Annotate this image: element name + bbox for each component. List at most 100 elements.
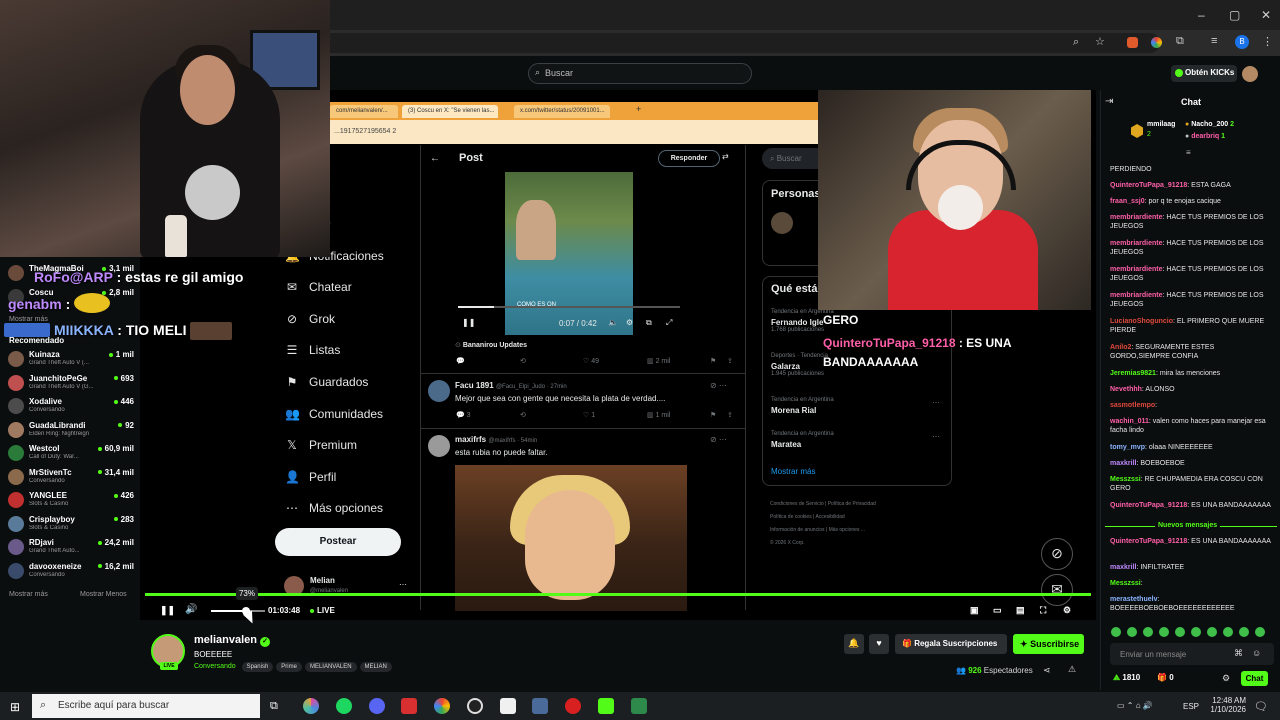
chat-username[interactable]: Jeremias9821	[1110, 370, 1156, 377]
sidebar-item[interactable]: MrStivenTc Conversando 31,4 mil	[8, 467, 134, 489]
stream-tag[interactable]: Prime	[276, 662, 302, 672]
chat-username[interactable]: merastethuelv	[1110, 596, 1157, 603]
chat-username[interactable]: Messzssi	[1110, 476, 1141, 483]
language-indicator[interactable]: ESP	[1183, 702, 1199, 711]
stream-tag[interactable]: Spanish	[241, 662, 274, 672]
chat-username[interactable]: QuinteroTuPapa_91218	[1110, 182, 1187, 189]
command-icon[interactable]: ⌘	[1234, 648, 1243, 659]
copilot-icon[interactable]	[303, 698, 319, 714]
app-icon[interactable]	[631, 698, 647, 714]
miniplayer-icon[interactable]: ▤	[1016, 605, 1025, 616]
folder-icon[interactable]	[532, 698, 548, 714]
chat-username[interactable]: membriardiente	[1110, 292, 1163, 299]
extensions-puzzle-icon[interactable]: ⧉	[1176, 35, 1184, 48]
close-button[interactable]: ✕	[1261, 8, 1271, 22]
zoom-icon[interactable]: ⌕	[1073, 36, 1079, 49]
search-input[interactable]: ⌕ Buscar	[528, 63, 752, 84]
emote-icon[interactable]	[1207, 627, 1217, 637]
follow-heart-button[interactable]: ♥	[869, 634, 889, 654]
notifications-icon[interactable]: 🗨	[1254, 700, 1268, 713]
chat-username[interactable]: wachin_011	[1110, 418, 1149, 425]
emote-icon[interactable]	[1239, 627, 1249, 637]
stream-tag[interactable]: MELIAN	[359, 662, 392, 672]
chat-username[interactable]: membriardiente	[1110, 214, 1163, 221]
chat-settings-icon[interactable]: ⚙	[1222, 673, 1230, 684]
clock[interactable]: 12:48 AM 1/10/2026	[1206, 696, 1246, 714]
chat-username[interactable]: membriardiente	[1110, 240, 1163, 247]
chat-username[interactable]: sasmotlempo	[1110, 402, 1155, 409]
spotify-icon[interactable]	[336, 698, 352, 714]
chat-username[interactable]: QuinteroTuPapa_91218	[1110, 538, 1187, 545]
media-icon[interactable]: ≡	[1211, 35, 1217, 47]
category-link[interactable]: Conversando	[194, 663, 236, 670]
opera-icon[interactable]	[565, 698, 581, 714]
show-less-link[interactable]: Mostrar Menos	[80, 591, 127, 598]
share-icon[interactable]: ⋖	[1043, 665, 1051, 676]
sidebar-item[interactable]: Westcol Call of Duty: War... 60,9 mil	[8, 443, 134, 465]
chat-username[interactable]: tomy_mvp	[1110, 444, 1145, 451]
send-chat-button[interactable]: Chat	[1241, 671, 1268, 686]
sidebar-item[interactable]: Kuinaza Grand Theft Auto V (... 1 mil	[8, 349, 134, 371]
user-avatar[interactable]	[1242, 66, 1258, 82]
emote-icon[interactable]	[1143, 627, 1153, 637]
chrome-icon[interactable]	[434, 698, 450, 714]
channel-name[interactable]: melianvalen ✓	[194, 634, 271, 647]
kicks-balance[interactable]: 🎁 0	[1157, 673, 1174, 682]
sidebar-item[interactable]: GuadaLibrandi Elden Ring: Nightreign 92	[8, 420, 134, 442]
emote-icon[interactable]	[1111, 627, 1121, 637]
emote-icon[interactable]	[1191, 627, 1201, 637]
obs-icon[interactable]	[467, 698, 483, 714]
emoji-icon[interactable]: ☺	[1252, 648, 1261, 658]
chat-username[interactable]: LucianoShoguncio	[1110, 318, 1173, 325]
progress-bar-live[interactable]	[145, 593, 1091, 596]
theatre-icon[interactable]: ▭	[993, 605, 1002, 616]
extension-icon[interactable]	[1127, 37, 1138, 48]
discord-icon[interactable]	[369, 698, 385, 714]
pause-icon[interactable]: ❚❚	[160, 605, 175, 616]
show-more-link[interactable]: Mostrar más	[9, 591, 48, 598]
show-more-link[interactable]: Mostrar más	[9, 316, 48, 323]
settings-gear-icon[interactable]: ⚙	[1063, 605, 1071, 616]
get-kicks-button[interactable]: Obtén KICKs	[1171, 65, 1237, 82]
app-icon[interactable]	[401, 698, 417, 714]
tray-icons[interactable]: ▭ ⌃ ⌂ 🔊	[1117, 701, 1153, 710]
chat-input[interactable]: Enviar un mensaje	[1110, 643, 1274, 665]
sidebar-item[interactable]: davooxeneize Conversando 16,2 mil	[8, 561, 134, 583]
sidebar-item[interactable]: RDjavi Grand Theft Auto... 24,2 mil	[8, 537, 134, 559]
emote-icon[interactable]	[1159, 627, 1169, 637]
subscribe-button[interactable]: ✦ Suscribirse	[1013, 634, 1084, 654]
sidebar-item[interactable]: Xodalive Conversando 446	[8, 396, 134, 418]
capcut-icon[interactable]	[500, 698, 516, 714]
chat-username[interactable]: Anilo2	[1110, 344, 1131, 351]
sidebar-item[interactable]: Crisplayboy Slots & Casino 283	[8, 514, 134, 536]
bookmark-star-icon[interactable]: ☆	[1095, 35, 1105, 48]
task-view-icon[interactable]: ⧉	[270, 700, 278, 713]
fullscreen-icon[interactable]: ⛶	[1040, 605, 1046, 616]
sidebar-item[interactable]: JuanchitoPeGe Grand Theft Auto V (G... 693	[8, 373, 134, 395]
pin-icon[interactable]: ≡	[1186, 148, 1191, 157]
chat-username[interactable]: maxkrill	[1110, 564, 1136, 571]
stream-tag[interactable]: MELIANVALEN	[304, 662, 357, 672]
emote-icon[interactable]	[1127, 627, 1137, 637]
clip-icon[interactable]: ▣	[970, 605, 979, 616]
emote-icon[interactable]	[1223, 627, 1233, 637]
channel-points[interactable]: ⟁ 1810	[1113, 673, 1140, 683]
notification-bell-button[interactable]: 🔔	[844, 634, 864, 654]
chat-username[interactable]: fraan_ssj0	[1110, 198, 1145, 205]
kick-icon[interactable]	[598, 698, 614, 714]
chat-username[interactable]: maxkrill	[1110, 460, 1136, 467]
sidebar-item[interactable]: YANGLEE Slots & Casino 426	[8, 490, 134, 512]
emote-icon[interactable]	[1255, 627, 1265, 637]
live-indicator[interactable]: LIVE	[310, 606, 335, 615]
maximize-button[interactable]: ▢	[1229, 8, 1240, 22]
chat-username[interactable]: membriardiente	[1110, 266, 1163, 273]
profile-avatar[interactable]: B	[1235, 35, 1249, 49]
chat-username[interactable]: Nevethhh	[1110, 386, 1142, 393]
gift-subs-button[interactable]: 🎁 Regala Suscripciones	[895, 634, 1007, 654]
windows-start-icon[interactable]: ⊞	[10, 700, 20, 714]
minimize-button[interactable]: –	[1198, 8, 1205, 22]
extension-icon[interactable]	[1151, 37, 1162, 48]
collapse-chat-icon[interactable]: ⇥	[1105, 96, 1113, 107]
chat-username[interactable]: QuinteroTuPapa_91218	[1110, 502, 1187, 509]
emote-icon[interactable]	[1175, 627, 1185, 637]
